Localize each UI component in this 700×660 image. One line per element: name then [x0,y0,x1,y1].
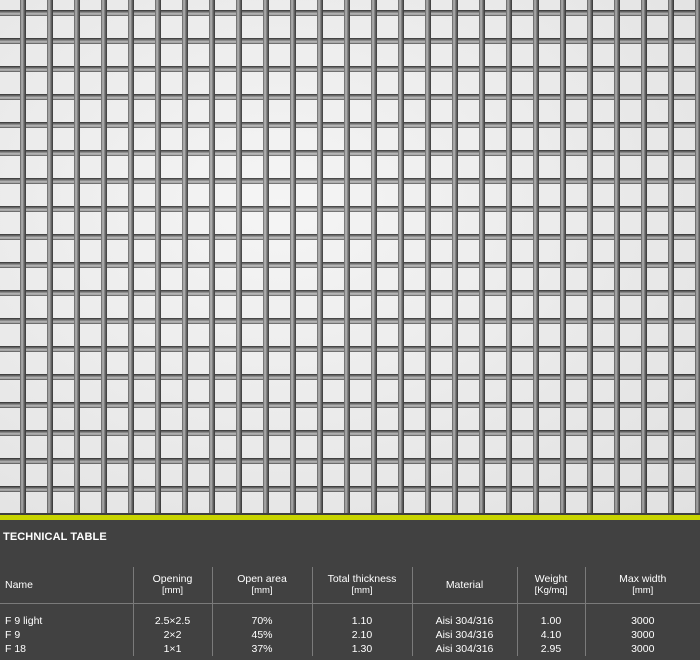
mesh-shading [0,0,700,513]
column-header-weight: Weight [Kg/mq] [516,567,585,604]
cell-thickness: 1.30 [311,642,412,656]
cell-max-width: 3000 [584,628,700,642]
column-header-opening: Opening [mm] [132,567,212,604]
cell-opening: 2×2 [132,628,212,642]
technical-table-panel: TECHNICAL TABLE Name Opening [mm] Open ar… [0,520,700,660]
table-row: F 9 2×2 45% 2.10 Aisi 304/316 4.10 3000 [0,628,700,642]
column-header-open-area: Open area [mm] [211,567,312,604]
cell-thickness: 1.10 [311,614,412,628]
cell-thickness: 2.10 [311,628,412,642]
cell-weight: 1.00 [516,614,585,628]
cell-open-area: 70% [211,614,312,628]
column-unit: [mm] [251,585,273,596]
technical-table-title: TECHNICAL TABLE [3,531,107,543]
column-unit: [mm] [632,585,654,596]
cell-weight: 2.95 [516,642,585,656]
column-unit: [mm] [161,585,184,596]
cell-material: Aisi 304/316 [411,642,517,656]
cell-opening: 1×1 [132,642,212,656]
cell-max-width: 3000 [584,642,700,656]
cell-name: F 9 light [5,615,43,627]
column-unit: [Kg/mq] [534,585,568,596]
table-spacer [0,603,700,614]
table-header-row: Name Opening [mm] Open area [mm] Total thi… [0,567,700,604]
column-header-name: Name [0,567,133,604]
cell-opening: 2.5×2.5 [132,614,212,628]
cell-material: Aisi 304/316 [411,628,517,642]
cell-name: F 18 [5,643,27,655]
table-row: F 18 1×1 37% 1.30 Aisi 304/316 2.95 3000 [0,642,700,656]
column-unit: [mm] [351,585,373,596]
cell-name: F 9 [5,629,21,641]
cell-material: Aisi 304/316 [411,614,517,628]
column-header-max-width: Max width [mm] [584,567,700,604]
cell-weight: 4.10 [516,628,585,642]
wire-mesh-photo [0,0,700,513]
table-row: F 9 light 2.5×2.5 70% 1.10 Aisi 304/316 … [0,614,700,628]
product-page: TECHNICAL TABLE Name Opening [mm] Open ar… [0,0,700,660]
cell-max-width: 3000 [584,614,700,628]
column-header-material: Material [411,567,517,604]
column-header-total-thickness: Total thickness [mm] [311,567,412,604]
cell-open-area: 45% [211,628,312,642]
cell-open-area: 37% [211,642,312,656]
technical-table: Name Opening [mm] Open area [mm] Total thi… [0,567,700,656]
